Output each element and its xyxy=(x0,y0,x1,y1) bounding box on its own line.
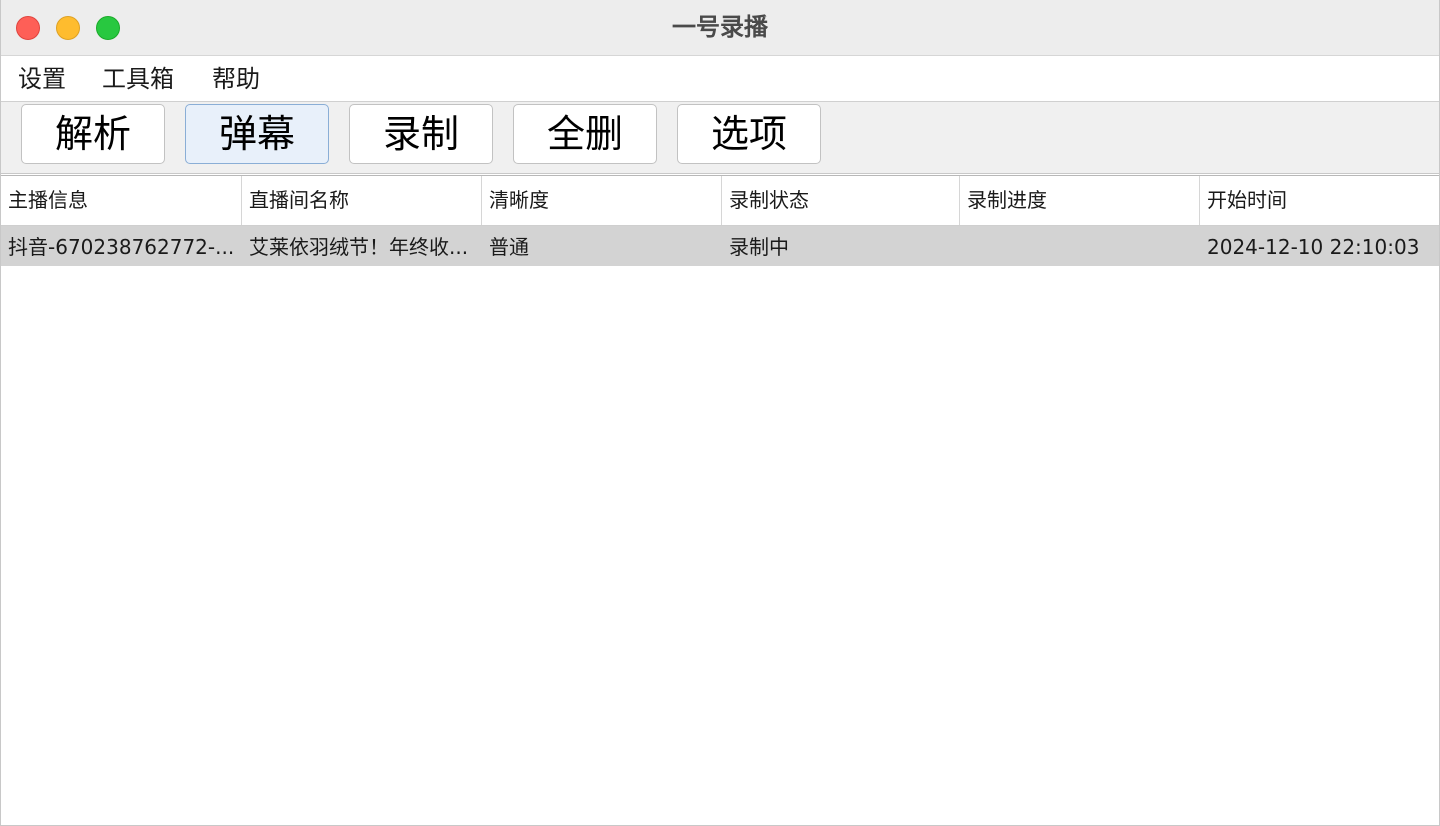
column-header-start-time[interactable]: 开始时间 xyxy=(1200,176,1439,225)
menu-settings[interactable]: 设置 xyxy=(18,64,66,94)
menu-toolbox[interactable]: 工具箱 xyxy=(102,64,174,94)
column-header-record-status[interactable]: 录制状态 xyxy=(722,176,960,225)
column-header-record-progress[interactable]: 录制进度 xyxy=(960,176,1200,225)
cell-streamer-info: 抖音-670238762772-... xyxy=(8,235,235,259)
column-header-quality[interactable]: 清晰度 xyxy=(482,176,722,225)
menu-bar: 设置 工具箱 帮助 xyxy=(1,56,1439,102)
toolbar: 解析 弹幕 录制 全删 选项 xyxy=(1,102,1439,174)
table-row[interactable]: 抖音-670238762772-... 艾莱依羽绒节！年终收... 普通 录制中… xyxy=(1,226,1439,266)
table-header: 主播信息 直播间名称 清晰度 录制状态 录制进度 开始时间 xyxy=(1,176,1439,226)
cell-quality: 普通 xyxy=(489,235,529,259)
column-header-streamer-info[interactable]: 主播信息 xyxy=(1,176,242,225)
danmaku-button[interactable]: 弹幕 xyxy=(185,104,329,164)
parse-button[interactable]: 解析 xyxy=(21,104,165,164)
cell-record-status: 录制中 xyxy=(729,235,789,259)
cell-record-progress xyxy=(960,226,1200,266)
menu-help[interactable]: 帮助 xyxy=(212,64,260,94)
title-bar[interactable]: 一号录播 xyxy=(1,0,1439,56)
cell-start-time: 2024-12-10 22:10:03 xyxy=(1207,235,1420,259)
recordings-table[interactable]: 主播信息 直播间名称 清晰度 录制状态 录制进度 开始时间 抖音-6702387… xyxy=(1,175,1439,825)
app-window: 一号录播 设置 工具箱 帮助 解析 弹幕 录制 全删 选项 主播信息 直播间名称… xyxy=(0,0,1440,826)
options-button[interactable]: 选项 xyxy=(677,104,821,164)
record-button[interactable]: 录制 xyxy=(349,104,493,164)
window-title: 一号录播 xyxy=(672,13,768,41)
column-header-room-name[interactable]: 直播间名称 xyxy=(242,176,482,225)
delete-all-button[interactable]: 全删 xyxy=(513,104,657,164)
cell-room-name: 艾莱依羽绒节！年终收... xyxy=(249,235,469,259)
